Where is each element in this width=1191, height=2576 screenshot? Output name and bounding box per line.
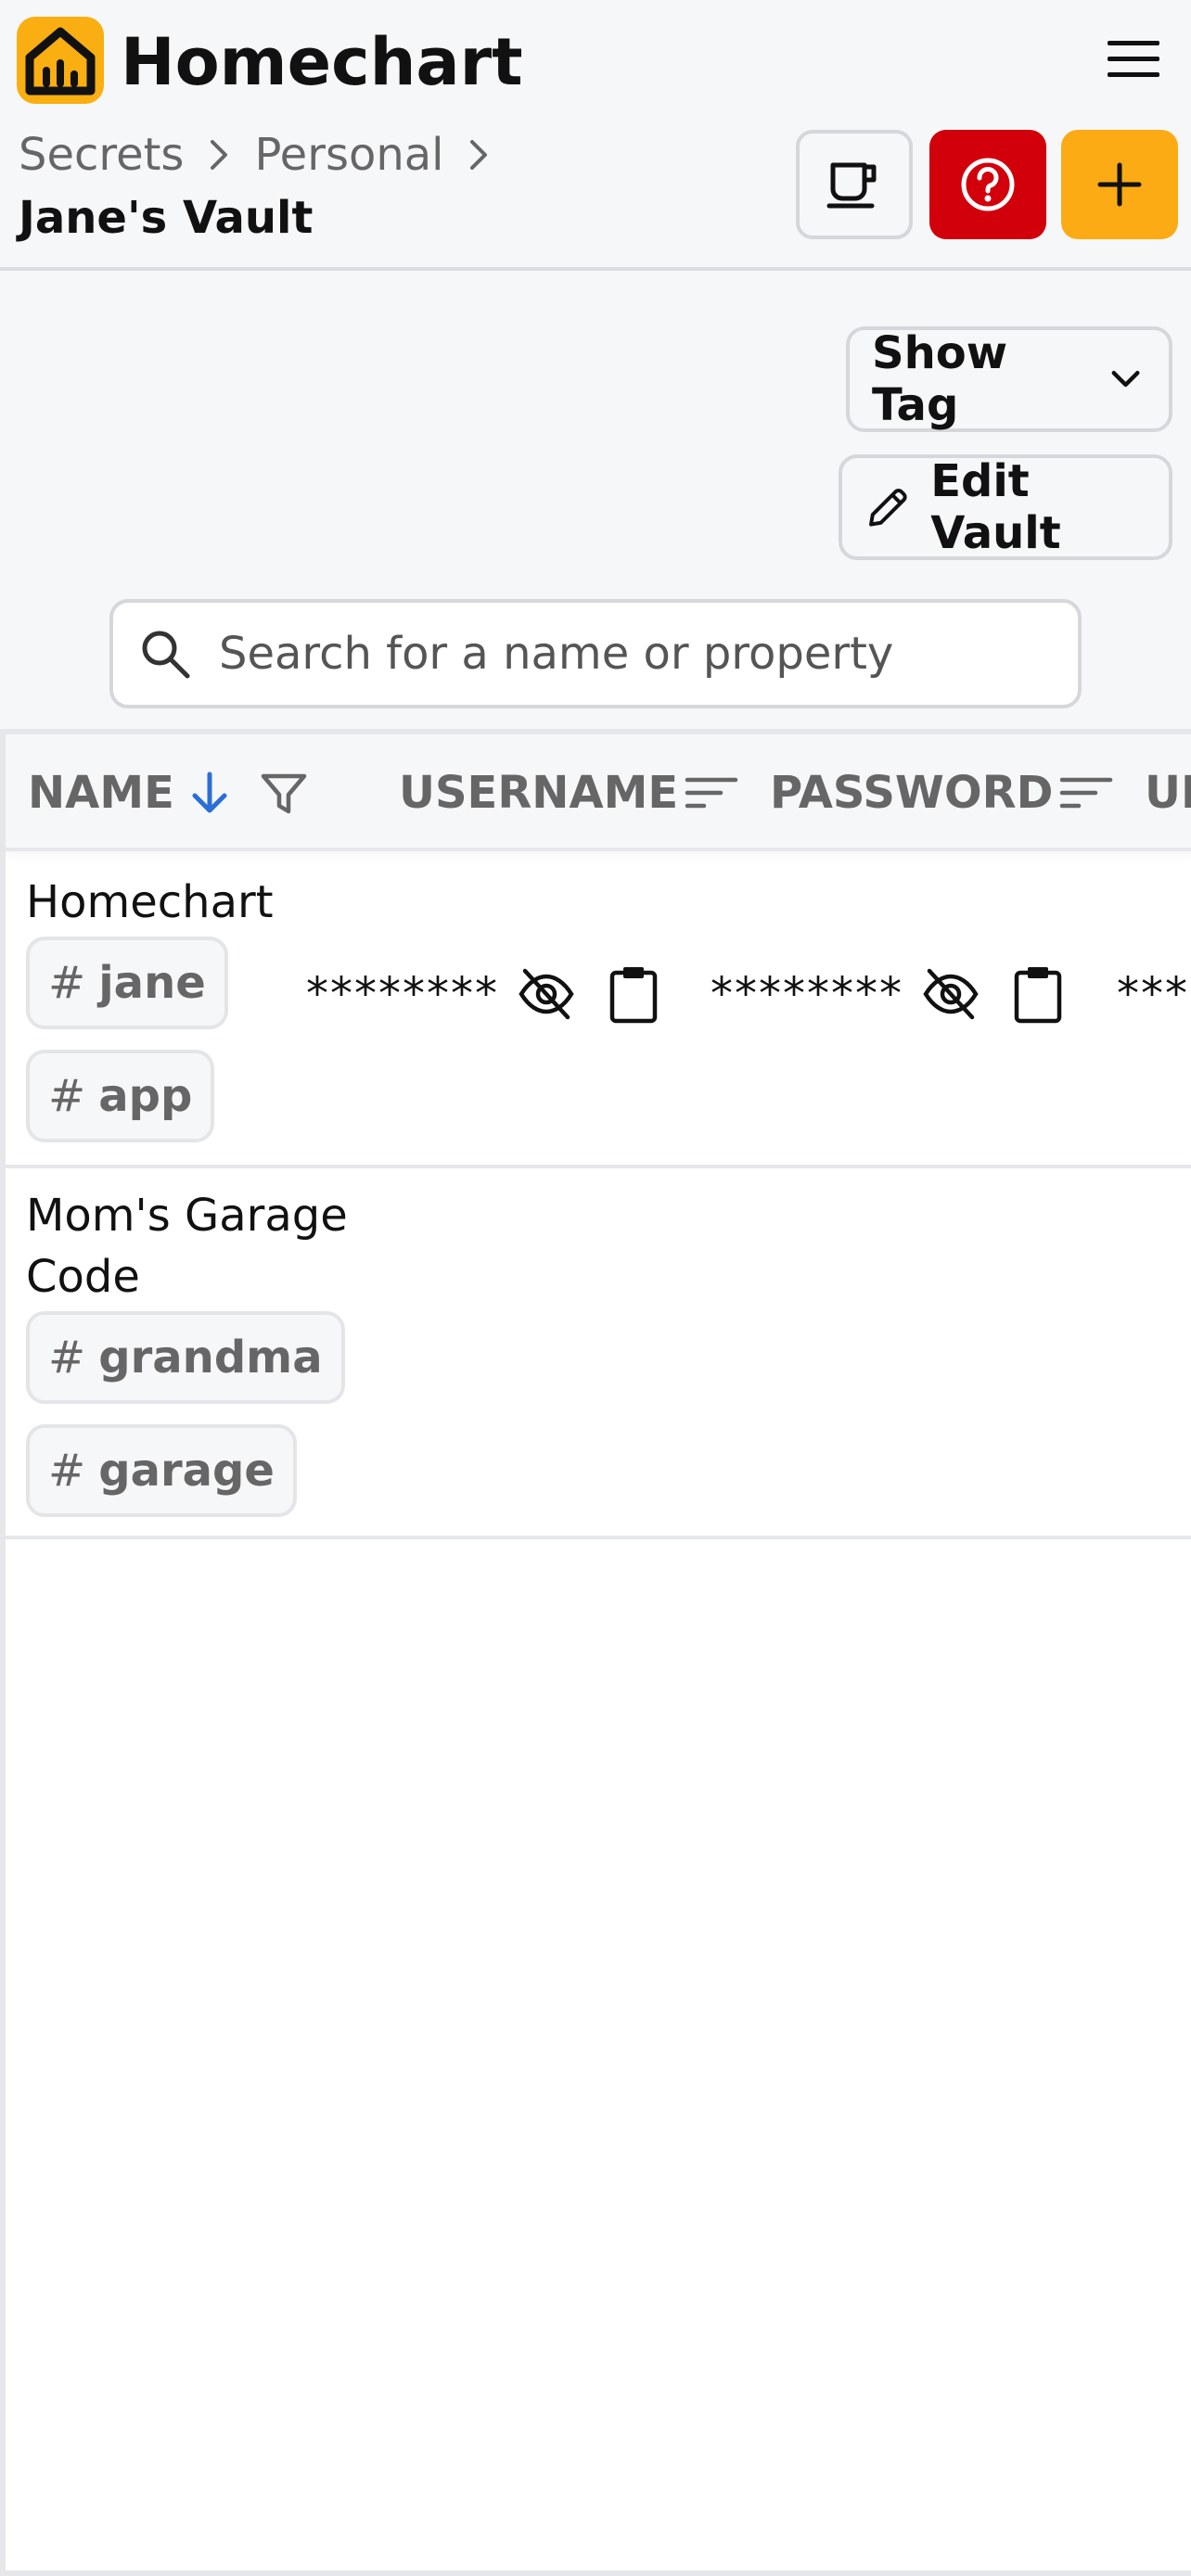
breadcrumb: Secrets Personal <box>19 122 514 187</box>
search-icon <box>142 631 190 679</box>
sort-arrow-down-icon[interactable] <box>184 767 236 819</box>
tag-chip[interactable]: # garage <box>26 1424 297 1517</box>
table-row[interactable]: Homechart # jane # app ******** ********… <box>6 855 1191 1168</box>
password-cell: ******** <box>711 957 1069 1031</box>
breadcrumb-secrets[interactable]: Secrets <box>19 129 184 181</box>
tag-label: garage <box>98 1445 275 1497</box>
chevron-down-icon <box>1111 370 1140 388</box>
tag-label: app <box>98 1070 193 1122</box>
secret-name[interactable]: Homechart <box>26 872 378 933</box>
hash-icon: # <box>48 957 86 1009</box>
username-cell: ******** <box>306 957 664 1031</box>
homechart-logo-icon[interactable] <box>17 17 104 104</box>
url-cell: *** <box>1117 957 1189 1031</box>
tag-chip[interactable]: # jane <box>26 937 228 1029</box>
hash-icon: # <box>48 1332 86 1384</box>
tag-chip[interactable]: # grandma <box>26 1311 345 1404</box>
tag-label: jane <box>98 957 206 1009</box>
masked-username: ******** <box>306 968 499 1020</box>
cup-button[interactable] <box>796 130 913 239</box>
secret-name[interactable]: Mom's Garage Code <box>26 1185 378 1307</box>
app-header: Homechart Secrets Personal Jane's Vault <box>0 0 1191 271</box>
show-tag-label: Show Tag <box>872 327 1008 431</box>
column-header-name-label: NAME <box>28 767 174 819</box>
breadcrumb-personal[interactable]: Personal <box>254 129 443 181</box>
secret-name-cell: Mom's Garage Code # grandma # garage <box>26 1185 378 1517</box>
column-header-username-label: USERNAME <box>399 767 679 819</box>
show-tag-dropdown[interactable]: Show Tag <box>846 326 1172 432</box>
column-header-password[interactable]: PASSWORD <box>770 734 1114 851</box>
hash-icon: # <box>48 1070 86 1122</box>
hash-icon: # <box>48 1445 86 1497</box>
cup-icon <box>826 162 877 209</box>
column-header-password-label: PASSWORD <box>770 767 1054 819</box>
search-box[interactable] <box>109 599 1082 708</box>
eye-off-icon[interactable] <box>920 963 981 1025</box>
edit-vault-label: Edit Vault <box>930 455 1061 559</box>
chevron-right-icon <box>456 133 501 177</box>
help-icon <box>961 158 1015 211</box>
tag-chip[interactable]: # app <box>26 1050 215 1142</box>
filter-icon[interactable] <box>258 767 310 819</box>
table-header: NAME USERNAME PASSWORD UI <box>6 734 1191 851</box>
tag-label: grandma <box>98 1332 323 1384</box>
plus-icon <box>1097 162 1142 207</box>
add-button[interactable] <box>1061 130 1178 239</box>
column-header-username[interactable]: USERNAME <box>399 734 739 851</box>
chevron-right-icon <box>197 133 241 177</box>
help-button[interactable] <box>929 130 1046 239</box>
clipboard-icon[interactable] <box>1007 963 1069 1025</box>
search-input[interactable] <box>219 628 1054 680</box>
pencil-icon <box>869 489 907 527</box>
hamburger-menu-icon[interactable] <box>1104 33 1163 85</box>
app-title: Homechart <box>121 24 523 100</box>
column-header-name[interactable]: NAME <box>28 734 310 851</box>
tag-list: # grandma # garage <box>26 1307 378 1517</box>
secrets-table: NAME USERNAME PASSWORD UI Homechar <box>0 729 1191 2576</box>
masked-url: *** <box>1117 968 1189 1020</box>
edit-vault-button[interactable]: Edit Vault <box>839 454 1172 560</box>
column-header-url-label: UI <box>1145 767 1191 819</box>
eye-off-icon[interactable] <box>516 963 577 1025</box>
masked-password: ******** <box>711 968 903 1020</box>
sort-lines-icon[interactable] <box>1058 772 1114 813</box>
table-row[interactable]: Mom's Garage Code # grandma # garage <box>6 1168 1191 1539</box>
page-title: Jane's Vault <box>19 192 314 244</box>
clipboard-icon[interactable] <box>603 963 664 1025</box>
column-header-url[interactable]: UI <box>1145 734 1191 851</box>
sort-lines-icon[interactable] <box>684 772 739 813</box>
